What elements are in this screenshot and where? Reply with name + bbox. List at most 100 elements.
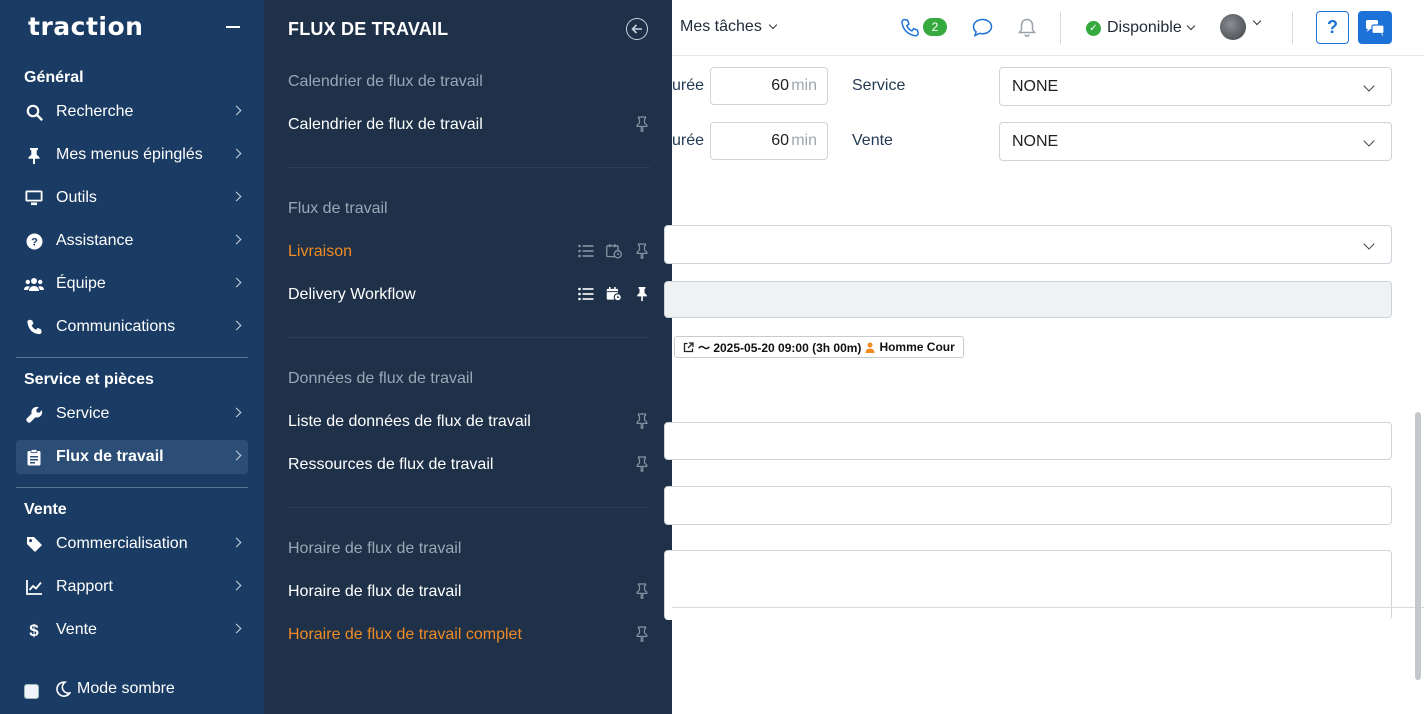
section-title-service: Service et pièces xyxy=(24,371,154,388)
dark-mode-label: Mode sombre xyxy=(77,679,175,697)
sidebar-item-service[interactable]: Service xyxy=(16,397,248,431)
chevron-down-icon xyxy=(1363,80,1375,92)
sidebar-item-vente[interactable]: $ Vente xyxy=(16,613,248,647)
moon-icon xyxy=(55,680,72,697)
sidebar-item-outils[interactable]: Outils xyxy=(16,181,248,215)
chevron-down-icon xyxy=(1186,21,1195,31)
flyout-item-livraison[interactable]: Livraison xyxy=(288,239,650,265)
flyout-item-horaire[interactable]: Horaire de flux de travail xyxy=(288,579,650,605)
flyout-item-label: Livraison xyxy=(288,243,353,260)
pin-icon[interactable] xyxy=(634,456,650,472)
flyout-back-button[interactable] xyxy=(626,18,648,40)
calendar-clock-icon[interactable] xyxy=(606,243,622,259)
flyout-item-label: Calendrier de flux de travail xyxy=(288,116,483,133)
chevron-right-icon xyxy=(231,407,242,418)
search-icon xyxy=(24,104,44,121)
sidebar-item-flux-de-travail[interactable]: Flux de travail xyxy=(16,440,248,474)
my-tasks-label: Mes tâches xyxy=(680,18,762,35)
textarea-field[interactable] xyxy=(664,550,1392,620)
sidebar-item-equipe[interactable]: Équipe xyxy=(16,267,248,301)
help-button[interactable]: ? xyxy=(1316,11,1349,44)
duration-label: urée xyxy=(672,77,705,94)
collapse-sidebar-button[interactable] xyxy=(226,26,240,28)
scrollbar[interactable] xyxy=(1415,412,1421,680)
status-dropdown[interactable]: ✓ Disponible xyxy=(1086,19,1195,37)
service-select[interactable]: NONE xyxy=(999,67,1392,106)
pin-icon[interactable] xyxy=(634,243,650,259)
duration-value: 60 xyxy=(771,77,789,94)
my-tasks-dropdown[interactable]: Mes tâches xyxy=(680,18,778,36)
flyout-title: FLUX DE TRAVAIL xyxy=(288,19,449,39)
bell-icon[interactable] xyxy=(1018,18,1036,43)
phone-badge: 2 xyxy=(923,18,947,36)
pin-icon[interactable] xyxy=(634,583,650,599)
flyout-item-ressources[interactable]: Ressources de flux de travail xyxy=(288,452,650,478)
text-field[interactable] xyxy=(664,422,1392,460)
text-field[interactable] xyxy=(664,486,1392,525)
sidebar-item-label: Assistance xyxy=(56,232,134,249)
sidebar-item-communications[interactable]: Communications xyxy=(16,310,248,344)
sidebar-item-label: Outils xyxy=(56,189,97,206)
form-select[interactable] xyxy=(664,225,1392,264)
chevron-down-icon xyxy=(1363,238,1375,250)
pin-icon[interactable] xyxy=(634,413,650,429)
chevron-right-icon xyxy=(231,537,242,548)
flyout-item-horaire-complet[interactable]: Horaire de flux de travail complet xyxy=(288,622,650,648)
flyout-item-label: Ressources de flux de travail xyxy=(288,456,494,473)
phone-icon[interactable] xyxy=(900,18,920,43)
sidebar-item-rapport[interactable]: Rapport xyxy=(16,570,248,604)
flyout-item-calendrier[interactable]: Calendrier de flux de travail xyxy=(288,112,650,138)
duration-input[interactable]: 60 min xyxy=(710,67,828,105)
flyout-group-heading: Flux de travail xyxy=(288,200,388,217)
tag-icon xyxy=(24,536,44,553)
chevron-right-icon xyxy=(231,450,242,461)
sidebar-item-mes-menus-epingles[interactable]: Mes menus épinglés xyxy=(16,138,248,172)
flyout-item-liste-donnees[interactable]: Liste de données de flux de travail xyxy=(288,409,650,435)
flyout-item-label: Delivery Workflow xyxy=(288,286,416,303)
event-chip[interactable]: 〜 2025-05-20 09:00 (3h 00m) Homme Cour xyxy=(674,336,964,358)
list-icon[interactable] xyxy=(578,286,594,302)
sidebar: traction Général Recherche Mes menus épi… xyxy=(0,0,264,714)
event-chip-person: Homme Cour xyxy=(879,340,955,354)
flyout-group-heading: Calendrier de flux de travail xyxy=(288,73,483,90)
pin-icon[interactable] xyxy=(634,286,650,302)
sidebar-item-label: Recherche xyxy=(56,103,134,120)
topbar-separator xyxy=(1292,12,1293,44)
sidebar-item-assistance[interactable]: ? Assistance xyxy=(16,224,248,258)
sidebar-item-label: Flux de travail xyxy=(56,448,164,465)
flyout-item-label: Liste de données de flux de travail xyxy=(288,413,531,430)
messages-button[interactable] xyxy=(1358,11,1392,44)
chat-icon[interactable] xyxy=(972,18,993,42)
monitor-icon xyxy=(24,190,44,206)
vente-select-value: NONE xyxy=(1012,133,1059,150)
dark-mode-toggle[interactable]: Mode sombre xyxy=(24,678,175,699)
phone-icon xyxy=(24,319,44,336)
readonly-field xyxy=(664,281,1392,318)
sidebar-divider xyxy=(16,487,248,488)
chevron-down-icon[interactable] xyxy=(1252,16,1262,26)
duration-value: 60 xyxy=(771,132,789,149)
footer-divider xyxy=(672,607,1424,608)
service-label: Service xyxy=(852,77,906,94)
sidebar-item-recherche[interactable]: Recherche xyxy=(16,95,248,129)
messages-icon xyxy=(1366,19,1385,36)
workflow-flyout-panel: FLUX DE TRAVAIL Calendrier de flux de tr… xyxy=(264,0,672,714)
sidebar-item-commercialisation[interactable]: Commercialisation xyxy=(16,527,248,561)
list-icon[interactable] xyxy=(578,243,594,259)
pin-icon[interactable] xyxy=(634,116,650,132)
vente-label: Vente xyxy=(852,132,893,149)
dark-mode-checkbox[interactable] xyxy=(24,684,39,699)
app-logo: traction xyxy=(28,12,144,41)
vente-select[interactable]: NONE xyxy=(999,122,1392,161)
duration-input[interactable]: 60 min xyxy=(710,122,828,160)
external-link-icon xyxy=(683,341,694,352)
svg-text:$: $ xyxy=(29,621,39,639)
avatar[interactable] xyxy=(1220,14,1246,40)
calendar-clock-icon[interactable] xyxy=(606,286,622,302)
check-circle-icon: ✓ xyxy=(1086,20,1101,36)
topbar-separator xyxy=(1060,12,1061,44)
section-title-general: Général xyxy=(24,69,84,86)
flyout-item-delivery-workflow[interactable]: Delivery Workflow xyxy=(288,282,650,308)
pin-icon[interactable] xyxy=(634,626,650,642)
team-icon xyxy=(24,277,44,292)
